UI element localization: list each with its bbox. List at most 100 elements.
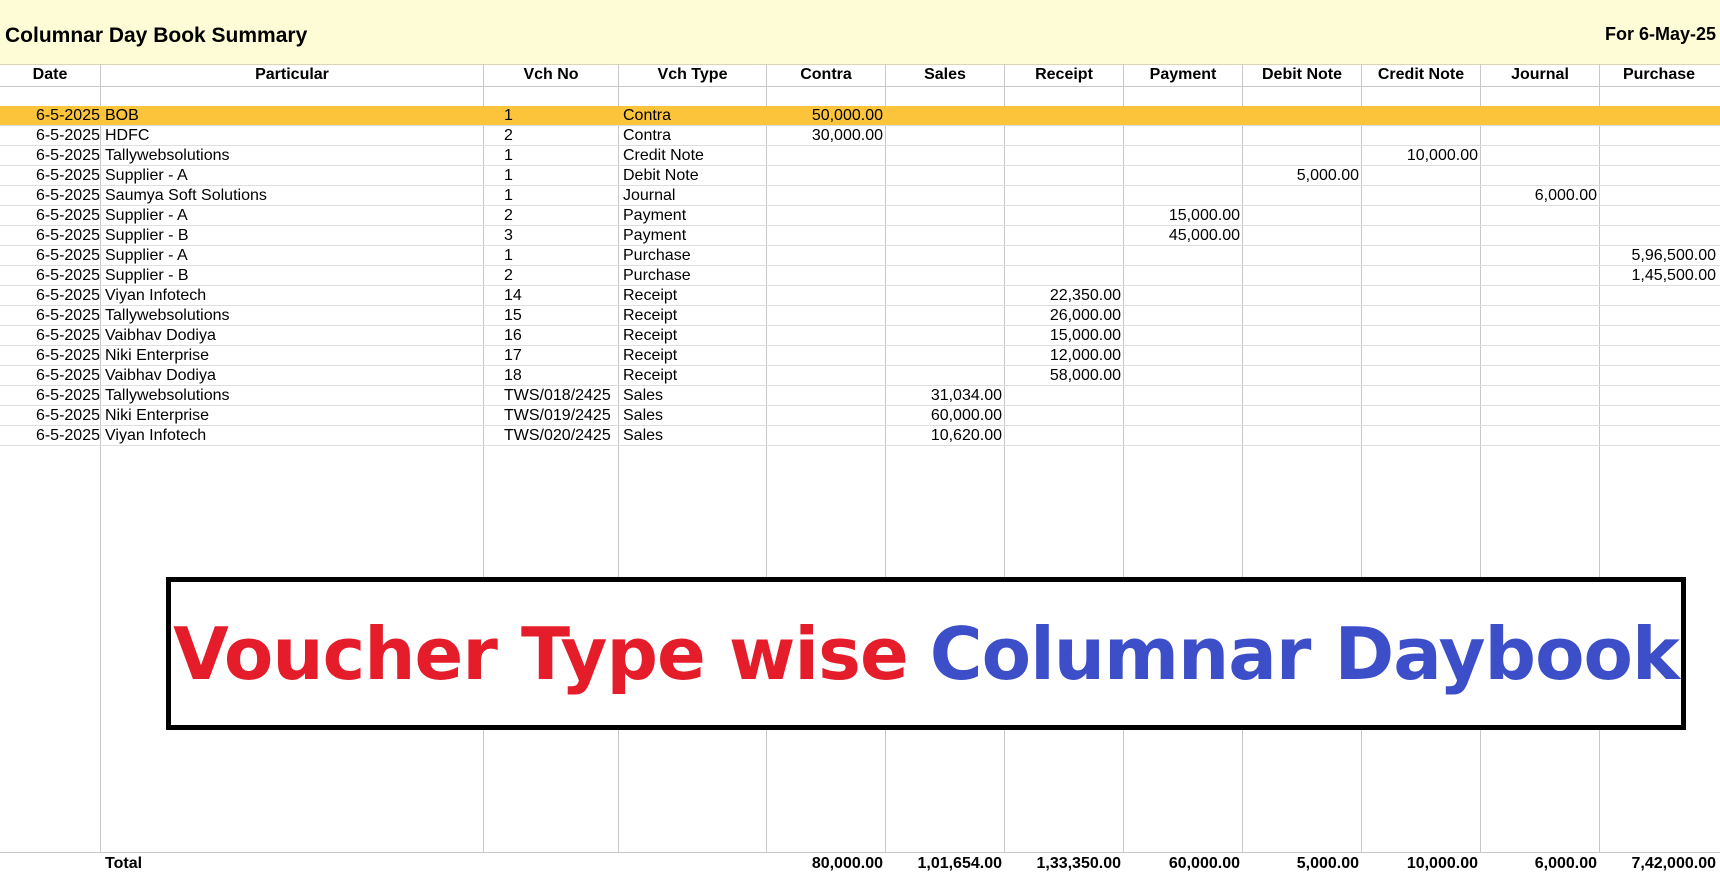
cell-debit-note bbox=[1243, 186, 1359, 206]
cell-vch-type: Payment bbox=[623, 227, 687, 244]
cell-receipt: 26,000.00 bbox=[1049, 307, 1121, 324]
cell-date: 6-5-2025 bbox=[35, 187, 100, 204]
column-header-date[interactable]: Date bbox=[0, 64, 100, 86]
report-header: Columnar Day Book Summary For 6-May-25 bbox=[0, 0, 1720, 65]
cell-particular: HDFC bbox=[105, 127, 150, 144]
cell-debit-note bbox=[1243, 326, 1359, 346]
cell-receipt bbox=[1005, 106, 1121, 126]
cell-payment bbox=[1124, 306, 1240, 326]
table-row[interactable]: 6-5-2025 Supplier - A 1 Debit Note 5,000.00 bbox=[0, 166, 1720, 186]
cell-credit-note bbox=[1362, 186, 1478, 206]
cell-sales: 60,000.00 bbox=[930, 407, 1002, 424]
cell-purchase bbox=[1600, 206, 1716, 226]
table-row[interactable]: 6-5-2025 Supplier - B 2 Purchase 1,45,500.00 bbox=[0, 266, 1720, 286]
cell-vch-no: 17 bbox=[504, 347, 522, 364]
cell-vch-no: 1 bbox=[504, 147, 513, 164]
cell-particular: BOB bbox=[105, 107, 139, 124]
table-row[interactable]: 6-5-2025 Viyan Infotech 14 Receipt 22,350.00 bbox=[0, 286, 1720, 306]
table-row[interactable]: 6-5-2025 HDFC 2 Contra 30,000.00 bbox=[0, 126, 1720, 146]
cell-vch-type: Receipt bbox=[623, 347, 678, 364]
cell-receipt: 12,000.00 bbox=[1049, 347, 1121, 364]
cell-vch-type: Receipt bbox=[623, 307, 678, 324]
total-contra: 80,000.00 bbox=[811, 855, 883, 872]
cell-sales bbox=[886, 226, 1002, 246]
cell-particular: Vaibhav Dodiya bbox=[105, 367, 216, 384]
table-row[interactable]: 6-5-2025 Niki Enterprise TWS/019/2425 Sales… bbox=[0, 406, 1720, 426]
cell-credit-note bbox=[1362, 386, 1478, 406]
cell-date: 6-5-2025 bbox=[35, 287, 100, 304]
cell-purchase bbox=[1600, 186, 1716, 206]
table-row[interactable]: 6-5-2025 Supplier - A 2 Payment 15,000.00 bbox=[0, 206, 1720, 226]
table-row[interactable]: 6-5-2025 Tallywebsolutions 1 Credit Note 10,… bbox=[0, 146, 1720, 166]
cell-sales bbox=[886, 246, 1002, 266]
total-sales: 1,01,654.00 bbox=[917, 855, 1002, 872]
cell-sales bbox=[886, 206, 1002, 226]
table-row[interactable]: 6-5-2025 Saumya Soft Solutions 1 Journal 6,0… bbox=[0, 186, 1720, 206]
column-header-particular[interactable]: Particular bbox=[101, 64, 483, 86]
cell-credit-note bbox=[1362, 266, 1478, 286]
cell-date: 6-5-2025 bbox=[35, 127, 100, 144]
cell-payment bbox=[1124, 346, 1240, 366]
cell-purchase bbox=[1600, 126, 1716, 146]
column-header-purchase[interactable]: Purchase bbox=[1600, 64, 1718, 86]
column-header-vch-type[interactable]: Vch Type bbox=[619, 64, 766, 86]
cell-credit-note bbox=[1362, 426, 1478, 446]
cell-sales bbox=[886, 326, 1002, 346]
table-row[interactable]: 6-5-2025 Supplier - A 1 Purchase 5,96,500.00 bbox=[0, 246, 1720, 266]
column-header-credit-note[interactable]: Credit Note bbox=[1362, 64, 1480, 86]
cell-vch-no: 14 bbox=[504, 287, 522, 304]
table-row[interactable]: 6-5-2025 Vaibhav Dodiya 18 Receipt 58,000.00 bbox=[0, 366, 1720, 386]
cell-payment bbox=[1124, 326, 1240, 346]
table-row[interactable]: 6-5-2025 Niki Enterprise 17 Receipt 12,000.0… bbox=[0, 346, 1720, 366]
cell-journal bbox=[1481, 386, 1597, 406]
cell-credit-note bbox=[1362, 246, 1478, 266]
table-row[interactable]: 6-5-2025 Viyan Infotech TWS/020/2425 Sales 1… bbox=[0, 426, 1720, 446]
cell-particular: Tallywebsolutions bbox=[105, 147, 230, 164]
table-row[interactable]: 6-5-2025 Supplier - B 3 Payment 45,000.00 bbox=[0, 226, 1720, 246]
cell-credit-note bbox=[1362, 286, 1478, 306]
total-purchase: 7,42,000.00 bbox=[1631, 855, 1716, 872]
cell-particular: Saumya Soft Solutions bbox=[105, 187, 267, 204]
cell-credit-note bbox=[1362, 106, 1478, 126]
table-row[interactable]: 6-5-2025 Vaibhav Dodiya 16 Receipt 15,000.00 bbox=[0, 326, 1720, 346]
total-receipt: 1,33,350.00 bbox=[1036, 855, 1121, 872]
cell-contra bbox=[767, 166, 883, 186]
table-row[interactable]: 6-5-2025 Tallywebsolutions TWS/018/2425 Sal… bbox=[0, 386, 1720, 406]
cell-date: 6-5-2025 bbox=[35, 247, 100, 264]
report-period: For 6-May-25 bbox=[1604, 24, 1716, 44]
cell-vch-type: Contra bbox=[623, 107, 672, 124]
cell-vch-type: Purchase bbox=[623, 247, 691, 264]
cell-vch-type: Debit Note bbox=[623, 167, 699, 184]
cell-sales bbox=[886, 366, 1002, 386]
banner-text-part2: Columnar Daybook bbox=[929, 611, 1680, 696]
total-debit-note: 5,000.00 bbox=[1296, 855, 1359, 872]
column-header-debit-note[interactable]: Debit Note bbox=[1243, 64, 1361, 86]
cell-debit-note bbox=[1243, 246, 1359, 266]
cell-credit-note bbox=[1362, 226, 1478, 246]
cell-contra bbox=[767, 366, 883, 386]
column-header-receipt[interactable]: Receipt bbox=[1005, 64, 1123, 86]
cell-particular: Vaibhav Dodiya bbox=[105, 327, 216, 344]
cell-journal bbox=[1481, 266, 1597, 286]
cell-date: 6-5-2025 bbox=[35, 347, 100, 364]
cell-debit-note bbox=[1243, 266, 1359, 286]
column-header-journal[interactable]: Journal bbox=[1481, 64, 1599, 86]
cell-payment: 15,000.00 bbox=[1168, 207, 1240, 224]
cell-contra bbox=[767, 146, 883, 166]
cell-date: 6-5-2025 bbox=[35, 167, 100, 184]
cell-credit-note bbox=[1362, 126, 1478, 146]
table-row[interactable]: 6-5-2025 Tallywebsolutions 15 Receipt 26,000… bbox=[0, 306, 1720, 326]
cell-credit-note bbox=[1362, 406, 1478, 426]
cell-journal bbox=[1481, 246, 1597, 266]
cell-credit-note bbox=[1362, 346, 1478, 366]
column-header-vch-no[interactable]: Vch No bbox=[484, 64, 618, 86]
table-row-selected[interactable]: 6-5-2025 BOB 1 Contra 50,000.00 bbox=[0, 106, 1720, 126]
column-header-sales[interactable]: Sales bbox=[886, 64, 1004, 86]
column-header-contra[interactable]: Contra bbox=[767, 64, 885, 86]
cell-payment bbox=[1124, 286, 1240, 306]
cell-receipt bbox=[1005, 386, 1121, 406]
column-header-payment[interactable]: Payment bbox=[1124, 64, 1242, 86]
cell-journal bbox=[1481, 366, 1597, 386]
cell-receipt bbox=[1005, 186, 1121, 206]
cell-payment bbox=[1124, 386, 1240, 406]
